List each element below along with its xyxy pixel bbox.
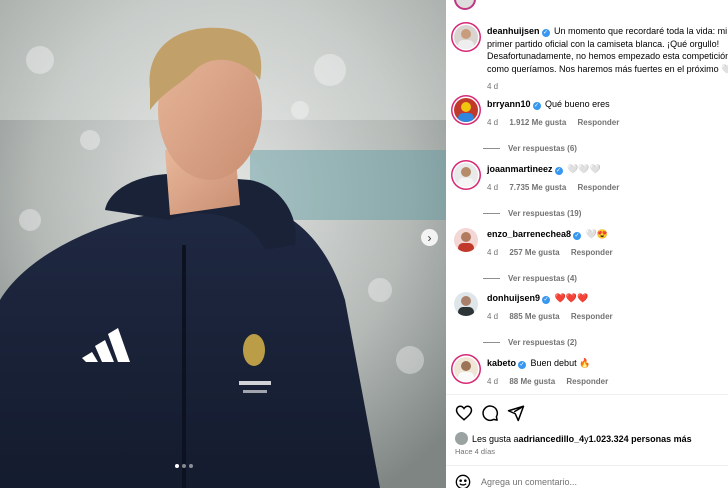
comment-likes[interactable]: 885 Me gusta [509,312,559,321]
verified-icon: ✓ [532,102,541,110]
add-comment-bar [455,474,681,488]
comment-time: 4 d [487,376,499,386]
caption-time: 4 d [487,82,499,91]
likes-summary: Les gusta a adriancedillo_4 y 1.023.324 … [455,432,692,445]
divider [446,394,728,395]
avatar[interactable] [454,163,478,187]
comment-likes[interactable]: 257 Me gusta [509,248,559,257]
caption-body: deanhuijsen ✓ Un momento que recordaré to… [487,25,728,94]
comment-text: 🤍😍 [585,229,608,239]
verified-icon: ✓ [518,361,527,369]
comment-icon[interactable] [481,404,499,422]
comment-username[interactable]: enzo_barrenechea8 [487,229,571,239]
liker-avatar[interactable] [455,432,468,445]
comments-panel: deanhuijsen ✓ Un momento que recordaré to… [446,0,728,488]
comment-username[interactable]: joaanmartineez [487,164,553,174]
verified-icon: ✓ [542,296,551,304]
carousel-dot [182,464,186,468]
reply-button[interactable]: Responder [571,312,613,321]
reply-button[interactable]: Responder [566,377,608,386]
reply-button[interactable]: Responder [578,183,620,192]
comment-text: 🤍🤍🤍 [567,164,601,174]
comment-time: 4 d [487,182,499,192]
comment-input[interactable] [481,477,681,487]
post-photo [0,0,446,488]
verified-icon: ✓ [573,232,582,240]
view-replies[interactable]: Ver respuestas (4) [483,273,728,286]
heart-icon[interactable] [455,404,473,422]
avatar[interactable] [454,25,478,49]
avatar[interactable] [454,357,478,381]
emoji-icon[interactable] [455,474,471,488]
liker-username[interactable]: adriancedillo_4 [519,434,585,444]
reply-button[interactable]: Responder [571,248,613,257]
avatar[interactable] [454,98,478,122]
posted-time: Hace 4 días [455,447,496,456]
divider [446,465,728,466]
caption-username[interactable]: deanhuijsen [487,26,540,36]
comment-likes[interactable]: 1.912 Me gusta [509,118,566,127]
comment-likes[interactable]: 7.735 Me gusta [509,183,566,192]
action-bar [455,404,525,422]
header-avatar[interactable] [454,0,476,10]
likes-count[interactable]: 1.023.324 personas más [589,434,692,444]
comment-text: Buen debut 🔥 [530,358,591,368]
likes-prefix: Les gusta a [472,433,519,444]
view-replies[interactable]: Ver respuestas (19) [483,208,728,221]
carousel-dot [189,464,193,468]
reply-button[interactable]: Responder [578,118,620,127]
post-image: › [0,0,446,488]
chevron-right-icon: › [427,230,432,245]
avatar[interactable] [454,292,478,316]
comment-text: ❤️❤️❤️ [554,293,589,303]
comment-text: Qué bueno eres [545,99,610,109]
comment-time: 4 d [487,247,499,257]
view-replies[interactable]: Ver respuestas (6) [483,143,728,156]
comment-username[interactable]: brryann10 [487,99,531,109]
comment-likes[interactable]: 88 Me gusta [509,377,555,386]
share-icon[interactable] [507,404,525,422]
avatar[interactable] [454,228,478,252]
comment-username[interactable]: kabeto [487,358,516,368]
carousel-indicator [175,464,193,468]
comment-username[interactable]: donhuijsen9 [487,293,540,303]
comment-time: 4 d [487,311,499,321]
verified-icon: ✓ [554,167,563,175]
view-replies[interactable]: Ver respuestas (2) [483,337,728,350]
next-slide-button[interactable]: › [421,229,438,246]
carousel-dot [175,464,179,468]
comment-time: 4 d [487,117,499,127]
verified-icon: ✓ [541,29,550,37]
